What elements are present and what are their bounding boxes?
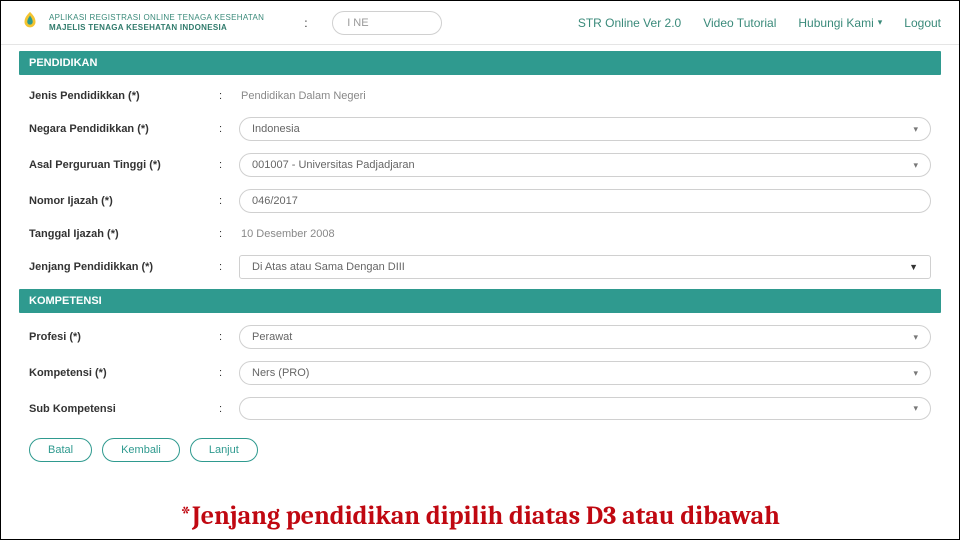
row-asal-perguruan: Asal Perguruan Tinggi (*) : 001007 - Uni… [19,147,941,183]
colon: : [219,331,239,343]
section-header-kompetensi: KOMPETENSI [19,289,941,313]
value-tanggal: 10 Desember 2008 [239,225,931,243]
brand: APLIKASI REGISTRASI ONLINE TENAGA KESEHA… [19,10,264,35]
select-jenjang[interactable]: Di Atas atau Sama Dengan DIII ▼ [239,255,931,279]
brand-logo-icon [19,10,41,35]
brand-text: APLIKASI REGISTRASI ONLINE TENAGA KESEHA… [49,13,264,33]
row-sub-kompetensi: Sub Kompetensi : ▾ [19,391,941,426]
nav-video-tutorial[interactable]: Video Tutorial [703,16,776,30]
input-nomor-ijazah-field[interactable] [252,195,918,207]
label-sub-kompetensi: Sub Kompetensi [29,403,219,415]
input-nomor-ijazah[interactable] [239,189,931,213]
brand-line1: APLIKASI REGISTRASI ONLINE TENAGA KESEHA… [49,13,264,23]
nav-hubungi-kami[interactable]: Hubungi Kami ▾ [798,16,882,30]
select-profesi[interactable]: Perawat ▾ [239,325,931,349]
select-asal-perguruan[interactable]: 001007 - Universitas Padjadjaran ▾ [239,153,931,177]
row-nomor-ijazah: Nomor Ijazah (*) : [19,183,941,219]
select-negara-value: Indonesia [252,123,300,135]
form-pendidikan: Jenis Pendidikkan (*) : Pendidikan Dalam… [19,75,941,289]
select-jenjang-value: Di Atas atau Sama Dengan DIII [252,261,405,273]
nav-logout[interactable]: Logout [904,16,941,30]
label-jenjang: Jenjang Pendidikkan (*) [29,261,219,273]
colon: : [219,367,239,379]
button-row: Batal Kembali Lanjut [19,430,941,462]
top-search-input[interactable]: I NE [332,11,442,35]
kembali-button[interactable]: Kembali [102,438,180,462]
colon: : [219,261,239,273]
nav-video-label: Video Tutorial [703,16,776,30]
chevron-down-icon: ▾ [913,368,918,379]
label-asal: Asal Perguruan Tinggi (*) [29,159,219,171]
top-middle: : I NE [264,11,578,35]
nav-hubungi-label: Hubungi Kami [798,16,873,30]
chevron-down-icon: ▾ [913,124,918,135]
slide-annotation: *Jenjang pendidikan dipilih diatas D3 at… [1,501,959,531]
topbar: APLIKASI REGISTRASI ONLINE TENAGA KESEHA… [1,1,959,45]
select-kompetensi[interactable]: Ners (PRO) ▾ [239,361,931,385]
separator: : [304,16,312,30]
label-kompetensi: Kompetensi (*) [29,367,219,379]
nav-str-online[interactable]: STR Online Ver 2.0 [578,16,681,30]
colon: : [219,403,239,415]
colon: : [219,90,239,102]
value-jenis: Pendidikan Dalam Negeri [239,87,931,105]
content: PENDIDIKAN Jenis Pendidikkan (*) : Pendi… [1,45,959,462]
select-profesi-value: Perawat [252,331,292,343]
label-profesi: Profesi (*) [29,331,219,343]
select-asal-value: 001007 - Universitas Padjadjaran [252,159,415,171]
label-jenis: Jenis Pendidikkan (*) [29,90,219,102]
row-kompetensi: Kompetensi (*) : Ners (PRO) ▾ [19,355,941,391]
row-tanggal-ijazah: Tanggal Ijazah (*) : 10 Desember 2008 [19,219,941,249]
top-nav: STR Online Ver 2.0 Video Tutorial Hubung… [578,16,941,30]
select-negara[interactable]: Indonesia ▾ [239,117,931,141]
chevron-down-icon: ▾ [913,332,918,343]
section-header-pendidikan: PENDIDIKAN [19,51,941,75]
select-kompetensi-value: Ners (PRO) [252,367,309,379]
row-profesi: Profesi (*) : Perawat ▾ [19,319,941,355]
label-nomor: Nomor Ijazah (*) [29,195,219,207]
nav-logout-label: Logout [904,16,941,30]
colon: : [219,123,239,135]
chevron-down-icon: ▾ [913,403,918,414]
label-negara: Negara Pendidikkan (*) [29,123,219,135]
colon: : [219,228,239,240]
select-sub-kompetensi[interactable]: ▾ [239,397,931,420]
lanjut-button[interactable]: Lanjut [190,438,258,462]
colon: : [219,159,239,171]
label-tanggal: Tanggal Ijazah (*) [29,228,219,240]
chevron-down-icon: ▼ [909,262,918,272]
row-jenis-pendidikan: Jenis Pendidikkan (*) : Pendidikan Dalam… [19,81,941,111]
row-jenjang-pendidikan: Jenjang Pendidikkan (*) : Di Atas atau S… [19,249,941,285]
chevron-down-icon: ▾ [913,160,918,171]
brand-line2: MAJELIS TENAGA KESEHATAN INDONESIA [49,23,264,33]
app-window: APLIKASI REGISTRASI ONLINE TENAGA KESEHA… [0,0,960,540]
batal-button[interactable]: Batal [29,438,92,462]
chevron-down-icon: ▾ [878,17,883,28]
colon: : [219,195,239,207]
form-kompetensi: Profesi (*) : Perawat ▾ Kompetensi (*) :… [19,313,941,430]
nav-str-label: STR Online Ver 2.0 [578,16,681,30]
row-negara-pendidikan: Negara Pendidikkan (*) : Indonesia ▾ [19,111,941,147]
